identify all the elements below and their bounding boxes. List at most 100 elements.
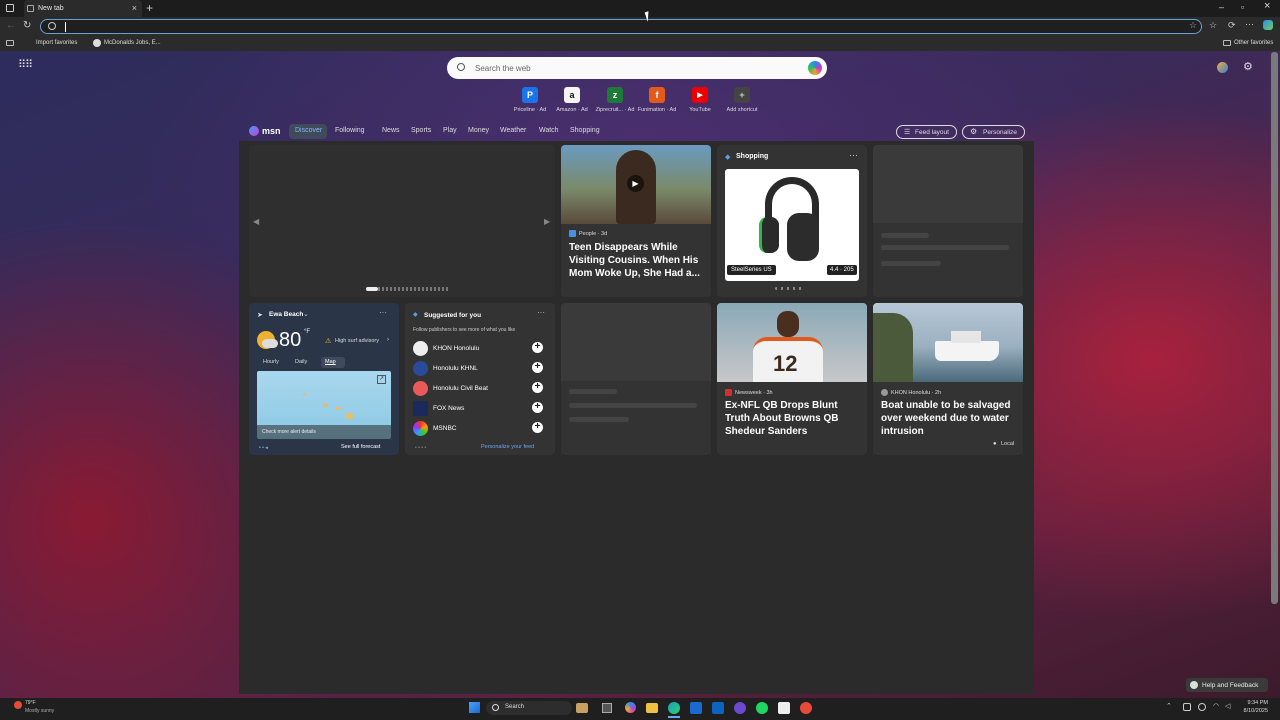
tab-map[interactable]: Map xyxy=(325,359,336,365)
other-favorites[interactable]: Other favorites xyxy=(1234,40,1273,46)
nav-following[interactable]: Following xyxy=(335,127,365,134)
nav-weather[interactable]: Weather xyxy=(500,127,526,134)
nav-shopping[interactable]: Shopping xyxy=(570,127,600,134)
taskbar-time[interactable]: 9:34 PM xyxy=(1244,700,1268,706)
recording-app-icon[interactable] xyxy=(800,702,812,714)
follow-plus-icon[interactable]: + xyxy=(532,422,543,433)
story-headline[interactable]: Teen Disappears While Visiting Cousins. … xyxy=(569,241,707,280)
weather-map[interactable]: ↗ Check more alert details xyxy=(257,371,391,439)
publisher-khon[interactable]: KHON Honolulu + xyxy=(413,340,543,356)
publisher-civil-beat[interactable]: Honolulu Civil Beat + xyxy=(413,380,543,396)
personalize-feed-link[interactable]: Personalize your feed xyxy=(481,444,534,450)
weather-location[interactable]: Ewa Beach xyxy=(269,311,303,318)
carousel-prev-icon[interactable]: ◀ xyxy=(253,217,259,226)
copilot-icon[interactable] xyxy=(1263,20,1273,30)
story-card-teen[interactable]: ▶ People · 3d Teen Disappears While Visi… xyxy=(561,145,711,297)
close-tab-icon[interactable]: × xyxy=(132,3,137,13)
more-options-icon[interactable]: ··· xyxy=(537,308,545,317)
alert-details-link[interactable]: Check more alert details xyxy=(262,429,316,435)
spotify-icon[interactable] xyxy=(756,702,768,714)
play-icon[interactable]: ▶ xyxy=(627,175,644,192)
taskbar-date[interactable]: 8/10/2025 xyxy=(1238,708,1268,714)
rewards-icon[interactable] xyxy=(1217,62,1228,73)
edge-icon[interactable] xyxy=(668,702,680,714)
nav-discover[interactable]: Discover xyxy=(295,127,322,134)
publisher-khnl[interactable]: Honolulu KHNL + xyxy=(413,360,543,376)
weather-card[interactable]: ➤ Ewa Beach ⌄ ··· 80 °F ⚠ High surf advi… xyxy=(249,303,399,455)
task-view-icon[interactable] xyxy=(602,703,612,713)
more-icon[interactable]: ⋯ xyxy=(1245,19,1254,30)
search-highlight-icon[interactable] xyxy=(576,703,588,713)
store-icon[interactable] xyxy=(690,702,702,714)
page-scrollbar[interactable] xyxy=(1271,52,1278,604)
tab-new-tab[interactable]: New tab × xyxy=(24,0,142,17)
product-image[interactable]: SteelSeries US 4.4 · 205 xyxy=(725,169,859,281)
follow-plus-icon[interactable]: + xyxy=(532,382,543,393)
new-tab-button[interactable]: + xyxy=(146,1,153,15)
nav-watch[interactable]: Watch xyxy=(539,127,559,134)
publisher-msnbc[interactable]: MSNBC + xyxy=(413,420,543,436)
help-feedback-button[interactable]: Help and Feedback xyxy=(1186,678,1268,692)
suggested-dots[interactable]: • • • • xyxy=(415,445,426,451)
shortcut-amazon[interactable]: a Amazon · Ad xyxy=(552,86,592,113)
weather-dots[interactable]: • • ◂ xyxy=(259,445,268,451)
carousel-next-icon[interactable]: ▶ xyxy=(544,217,550,226)
tab-hourly[interactable]: Hourly xyxy=(263,359,279,365)
apps-grid-icon[interactable]: ⠿⠿ xyxy=(18,60,33,71)
shortcut-priceline[interactable]: P Priceline · Ad xyxy=(510,86,550,113)
shortcut-ziprecruiter[interactable]: z Ziprecruit... · Ad xyxy=(595,86,635,113)
close-window-button[interactable]: × xyxy=(1264,0,1270,12)
follow-plus-icon[interactable]: + xyxy=(532,402,543,413)
favorite-import[interactable]: Import favorites xyxy=(36,40,77,46)
follow-plus-icon[interactable]: + xyxy=(532,342,543,353)
tray-chevron-icon[interactable]: ⌃ xyxy=(1166,702,1172,710)
chevron-right-icon[interactable]: › xyxy=(387,337,389,343)
copilot-icon[interactable] xyxy=(625,702,636,713)
file-explorer-icon[interactable] xyxy=(646,703,658,713)
feed-layout-button[interactable]: ☰ Feed layout xyxy=(896,125,957,139)
favorites-icon[interactable]: ☆ xyxy=(1209,20,1217,31)
story-card-nfl[interactable]: 12 Newsweek · 3h Ex-NFL QB Drops Blunt T… xyxy=(717,303,867,455)
tab-daily[interactable]: Daily xyxy=(295,359,307,365)
back-icon[interactable]: ← xyxy=(6,20,16,31)
refresh-icon[interactable]: ↻ xyxy=(23,20,31,31)
weather-alert[interactable]: High surf advisory xyxy=(335,338,379,344)
shopping-card[interactable]: ◆ Shopping ··· SteelSeries US 4.4 · 205 xyxy=(717,145,867,297)
story-headline[interactable]: Ex-NFL QB Drops Blunt Truth About Browns… xyxy=(725,399,863,438)
maximize-button[interactable]: ▫ xyxy=(1241,2,1244,12)
nav-news[interactable]: News xyxy=(382,127,400,134)
address-input[interactable] xyxy=(71,21,1171,32)
favorite-mcdonalds[interactable]: McDonalds Jobs, E... xyxy=(104,40,161,46)
carousel-card[interactable]: ◀ ▶ xyxy=(249,145,555,297)
weather-widget-icon[interactable] xyxy=(14,701,22,709)
tray-app-icon[interactable] xyxy=(1183,703,1191,711)
story-card-boat[interactable]: KHON Honolulu · 2h Boat unable to be sal… xyxy=(873,303,1023,455)
shopping-dots[interactable] xyxy=(775,287,805,290)
shortcut-youtube[interactable]: ▶ YouTube xyxy=(680,86,720,113)
address-bar[interactable]: ☆ xyxy=(40,19,1202,34)
extensions-icon[interactable]: ⟳ xyxy=(1228,20,1236,31)
minimize-button[interactable]: – xyxy=(1219,2,1224,12)
more-options-icon[interactable]: ··· xyxy=(849,150,858,160)
volume-icon[interactable]: ◁ xyxy=(1225,702,1230,710)
tray-app-icon[interactable] xyxy=(1198,703,1206,711)
more-options-icon[interactable]: ··· xyxy=(379,308,387,317)
copilot-icon[interactable] xyxy=(808,61,822,75)
app-icon[interactable] xyxy=(778,702,790,714)
expand-icon[interactable]: ↗ xyxy=(377,375,386,384)
chevron-down-icon[interactable]: ⌄ xyxy=(303,310,309,318)
web-search-box[interactable]: Search the web xyxy=(447,57,827,79)
tab-actions-icon[interactable] xyxy=(6,4,14,12)
teams-icon[interactable] xyxy=(734,702,746,714)
shortcut-funimation[interactable]: f Funimation · Ad xyxy=(637,86,677,113)
outlook-icon[interactable] xyxy=(712,702,724,714)
personalize-button[interactable]: ⚙ Personalize xyxy=(962,125,1025,139)
full-forecast-link[interactable]: See full forecast xyxy=(341,444,380,450)
story-headline[interactable]: Boat unable to be salvaged over weekend … xyxy=(881,399,1019,438)
nav-sports[interactable]: Sports xyxy=(411,127,431,134)
wifi-icon[interactable]: ◠ xyxy=(1213,702,1219,710)
settings-gear-icon[interactable]: ⚙ xyxy=(1243,60,1253,73)
nav-money[interactable]: Money xyxy=(468,127,489,134)
follow-plus-icon[interactable]: + xyxy=(532,362,543,373)
publisher-fox[interactable]: FOX News + xyxy=(413,400,543,416)
